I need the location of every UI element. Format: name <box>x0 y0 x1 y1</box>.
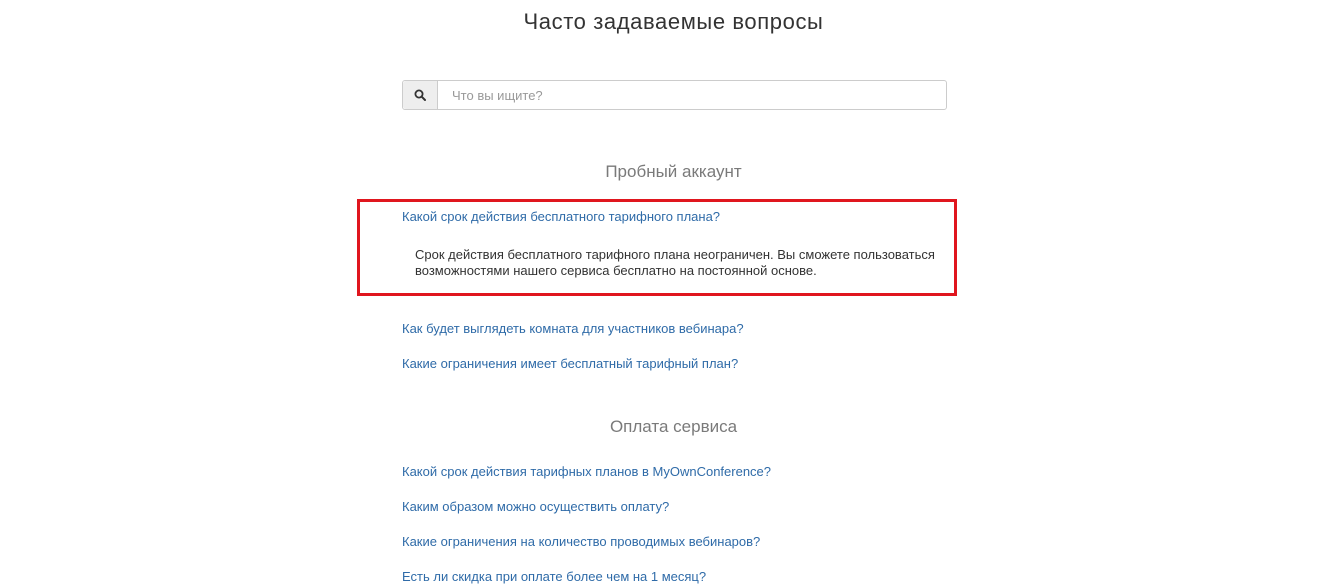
faq-question-webinar-count-limits[interactable]: Какие ограничения на количество проводим… <box>402 534 760 549</box>
faq-question-multi-month-discount[interactable]: Есть ли скидка при оплате более чем на 1… <box>402 569 706 584</box>
section-heading-payment: Оплата сервиса <box>609 417 738 436</box>
highlight-box <box>357 199 957 296</box>
faq-question-webinar-room[interactable]: Как будет выглядеть комната для участник… <box>402 321 744 336</box>
search-input[interactable] <box>438 81 946 109</box>
faq-question-tariff-duration[interactable]: Какой срок действия тарифных планов в My… <box>402 464 771 479</box>
faq-question-free-plan-limits[interactable]: Какие ограничения имеет бесплатный тариф… <box>402 356 738 371</box>
search-bar <box>402 80 947 110</box>
page-title: Часто задаваемые вопросы <box>523 9 824 34</box>
search-icon <box>414 89 426 101</box>
faq-page: Часто задаваемые вопросы Пробный аккаунт… <box>0 0 1339 588</box>
section-heading-trial: Пробный аккаунт <box>605 162 742 181</box>
search-button[interactable] <box>403 81 438 109</box>
faq-question-payment-methods[interactable]: Каким образом можно осуществить оплату? <box>402 499 669 514</box>
